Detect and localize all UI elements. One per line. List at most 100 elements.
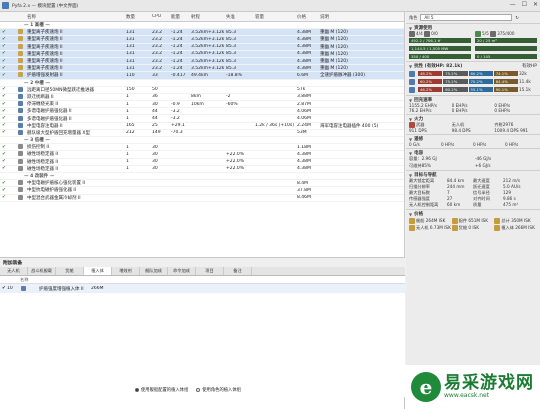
module-state-icon[interactable]: ✔ — [0, 94, 16, 99]
module-row[interactable]: ✔ 远距离口径50MN微型跃迁推进器 150 50 57k — [0, 86, 404, 94]
group-header-mid[interactable]: — 2 中槽 — — [0, 80, 404, 87]
module-row[interactable]: ✔ 磁性场稳定器 II 1 30 +22.0% 4.38M — [0, 165, 404, 173]
module-state-icon[interactable]: ✔ — [0, 44, 16, 49]
collapse-icon[interactable]: ▼ — [409, 98, 412, 103]
collapse-icon[interactable]: ▼ — [409, 26, 412, 31]
col-falloff[interactable]: 失准 — [224, 14, 253, 20]
price-label: 舰船 — [416, 218, 425, 223]
module-state-icon[interactable]: ✔ — [0, 123, 16, 128]
minimize-button[interactable]: — — [510, 1, 516, 8]
module-price: 4.38M — [297, 51, 311, 57]
refresh-icon[interactable]: ↻ — [515, 15, 519, 20]
module-row[interactable]: ✔ 舰队级大型护盾回充增量器 X型 212 149 -70.3 53M — [0, 129, 404, 137]
module-state-icon[interactable]: ✔ — [0, 30, 16, 35]
module-row[interactable]: ✔ 多谱电磁护盾强化器 II 1 44 -3.2 4.06M — [0, 115, 404, 123]
tab-notes[interactable]: 备注 — [224, 267, 252, 275]
module-row[interactable]: ✔ 损伤控制 II 1 30 1.18M — [0, 144, 404, 152]
module-state-icon[interactable]: ✔ — [0, 159, 16, 164]
implant-row[interactable]: ✔ 10 护盾强度增强植入体 II 266M — [0, 284, 405, 293]
module-state-icon[interactable]: ✔ — [0, 59, 16, 64]
module-state-icon[interactable]: ✔ — [0, 73, 16, 78]
resist-bar: 75.2% — [443, 71, 468, 76]
radio-on-icon — [135, 387, 139, 392]
module-state-icon[interactable]: ✔ — [0, 130, 16, 135]
module-state-icon[interactable]: ✔ — [0, 188, 16, 193]
col-cpu[interactable]: CPU — [150, 14, 169, 19]
module-row[interactable]: ✔ 重型离子疾速炮 II 131 23.2 -1.24 3.52km+3.12km85.3… — [0, 65, 404, 73]
resist-bar: 60.2% — [468, 71, 493, 76]
module-power: -1.24 — [171, 36, 183, 42]
module-range: 3.52km+3.12km — [191, 58, 224, 64]
module-price: 37.8M — [297, 187, 311, 193]
module-row[interactable]: ✔ 中型抗电磁护盾强化器 II 37.8M — [0, 187, 404, 195]
module-row[interactable]: ✔ 中型混合武器金属冷却剂 II 8.46M — [0, 194, 404, 202]
tab-projected[interactable]: 项目 — [196, 267, 224, 275]
module-state-icon[interactable]: ✔ — [0, 109, 16, 114]
module-row[interactable]: ✔ 护盾增强发射器 II 110 33 -0.417 49.4km -18.8% 6.6M 全速… — [0, 72, 404, 80]
module-falloff: 85.3 — [226, 29, 237, 35]
group-header-low[interactable]: — 3 低槽 — — [0, 137, 404, 145]
price-value: 266M ISK — [515, 225, 535, 230]
module-state-icon[interactable]: ✔ — [0, 102, 16, 107]
module-row[interactable]: ✔ 停滞缠绕光束 II 1 30 -0.9 10km -60% 2.87M — [0, 101, 404, 109]
ehp-toggle[interactable]: 有效HP — [522, 63, 537, 69]
module-state-icon[interactable]: ✔ — [0, 166, 16, 171]
module-row[interactable]: ✔ 重型离子疾速炮 II 131 23.2 -1.24 3.52km+3.12km85.3… — [0, 36, 404, 44]
collapse-icon[interactable]: ▼ — [409, 117, 412, 122]
module-state-icon[interactable]: ✔ — [0, 145, 16, 150]
group-header-rigs[interactable]: — 4 改装件 — — [0, 173, 404, 181]
module-state-icon[interactable]: ✔ — [0, 152, 16, 157]
module-state-icon[interactable]: ✔ — [0, 87, 16, 92]
col-name[interactable]: 名称 — [25, 14, 124, 20]
close-button[interactable]: ✕ — [533, 1, 538, 8]
collapse-icon[interactable]: ▼ — [409, 173, 412, 178]
module-row[interactable]: ✔ 多谱电磁护盾强化器 II 1 44 -3.2 4.06M — [0, 108, 404, 116]
module-row[interactable]: ✔ 重型离子疾速炮 II 131 23.2 -1.24 3.52km+3.12km85.3… — [0, 43, 404, 51]
module-row[interactable]: ✔ 重型离子疾速炮 II 131 23.2 -1.24 3.52km+3.12km85.3… — [0, 29, 404, 37]
maximize-button[interactable]: ☐ — [522, 1, 527, 8]
module-qty: 110 — [126, 72, 135, 78]
tab-fighters[interactable]: 战斗机舰载 — [28, 267, 56, 275]
module-row[interactable]: ✔ 中型电容注电器 II 165 25 +29.1 1.2k / 36s (+10s) 2.… — [0, 122, 404, 130]
module-cpu: 23.2 — [152, 51, 163, 57]
tab-command[interactable]: 命令加成 — [168, 267, 196, 275]
col-capacity[interactable]: 容量 — [253, 14, 295, 20]
col-notes[interactable]: 说明 — [318, 14, 403, 20]
price-value: 264M ISK — [425, 218, 446, 223]
col-range[interactable]: 射程 — [189, 14, 224, 20]
module-state-icon[interactable]: ✔ — [0, 181, 16, 186]
implant-col-name[interactable]: 名称 — [18, 277, 78, 283]
collapse-icon[interactable]: ▼ — [409, 212, 412, 217]
collapse-icon[interactable]: ▼ — [409, 137, 412, 142]
module-row[interactable]: ✔ 中型电磁护盾核心强化装置 II 8.4M — [0, 180, 404, 188]
group-header-high[interactable]: — 1 高槽 — — [0, 22, 404, 30]
tab-cargo[interactable]: 货舱 — [56, 267, 84, 275]
module-state-icon[interactable]: ✔ — [0, 51, 16, 56]
character-dropdown[interactable]: All 5 — [420, 14, 513, 21]
module-icon — [16, 36, 25, 42]
module-range: 3.52km+3.12km — [191, 65, 224, 71]
module-row[interactable]: ✔ 重型离子疾速炮 II 131 23.2 -1.24 3.52km+3.12km85.3… — [0, 57, 404, 66]
radio-ship-implants[interactable]: 使用舰船配置的植入体组 — [135, 387, 188, 393]
module-name: 重型离子疾速炮 II — [27, 51, 63, 57]
price-section: ▼ 价格 舰船 264M ISK 配件 651M ISK 总计 350M ISK 无人机… — [406, 209, 540, 232]
module-state-icon[interactable]: ✔ — [0, 66, 16, 71]
module-row[interactable]: ✔ 磁性场稳定器 II 1 30 +22.0% 4.38M — [0, 151, 404, 159]
module-state-icon[interactable]: ✔ — [0, 116, 16, 121]
module-row[interactable]: ✔ 磁性场稳定器 II 1 30 +22.0% 4.38M — [0, 158, 404, 166]
tab-implants[interactable]: 植入体 — [84, 267, 112, 275]
radio-char-implants[interactable]: 使用角色的植入体组 — [196, 387, 241, 393]
tab-fleet-boosts[interactable]: 舰队加成 — [140, 267, 168, 275]
col-power[interactable]: 能量 — [169, 14, 189, 20]
module-state-icon[interactable]: ✔ — [0, 195, 16, 200]
module-row[interactable]: ✔ 重型离子疾速炮 II 131 23.2 -1.24 3.52km+3.12km85.3… — [0, 50, 404, 58]
tab-boosters[interactable]: 增效剂 — [112, 267, 140, 275]
col-price[interactable]: 价格 — [295, 14, 318, 20]
collapse-icon[interactable]: ▼ — [409, 64, 412, 69]
collapse-icon[interactable]: ▼ — [409, 151, 412, 156]
col-qty[interactable]: 数量 — [124, 14, 150, 20]
module-state-icon[interactable]: ✔ — [0, 37, 16, 42]
module-type-icon — [18, 101, 23, 107]
tab-drones[interactable]: 无人机 — [0, 267, 28, 275]
module-row[interactable]: ✔ 跃迁扰断器 II 1 36 8km -2 3.88M — [0, 93, 404, 102]
